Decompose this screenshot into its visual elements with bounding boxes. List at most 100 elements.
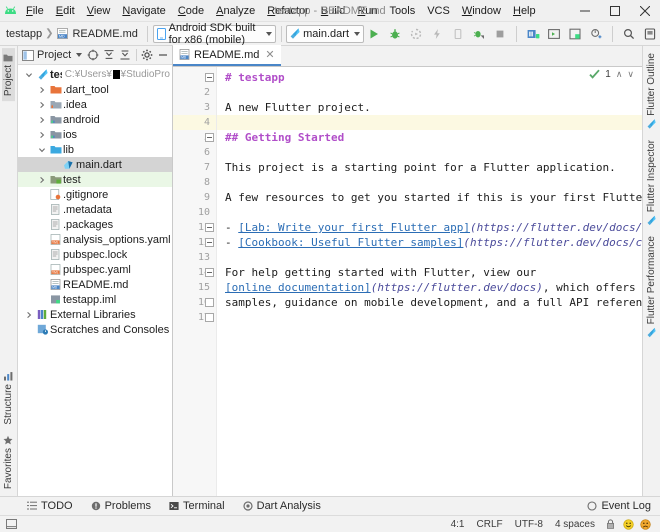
fold-marker[interactable] xyxy=(205,223,214,232)
maximize-button[interactable] xyxy=(600,0,630,22)
device-selector[interactable]: Android SDK built for x86 (mobile) xyxy=(152,22,276,46)
code-line-9[interactable]: A few resources to get you started if th… xyxy=(217,190,642,205)
chevron-down-icon[interactable] xyxy=(35,146,48,154)
chevron-right-icon[interactable] xyxy=(35,116,48,124)
menu-file[interactable]: File xyxy=(20,0,50,22)
hot-reload-button[interactable] xyxy=(427,24,447,44)
close-button[interactable] xyxy=(630,0,660,22)
bottom-tab-event-log[interactable]: Event Log xyxy=(578,497,660,516)
code-link[interactable]: [online documentation] xyxy=(225,281,371,294)
sidebar-item-project[interactable]: Project xyxy=(2,48,15,102)
avd-manager-button[interactable] xyxy=(523,24,543,44)
sidebar-item-favorites[interactable]: Favorites xyxy=(2,430,15,494)
tree-node-gitignore[interactable]: .gitignore xyxy=(18,187,172,202)
tree-node-pubspec-lock[interactable]: pubspec.lock xyxy=(18,247,172,262)
tree-node-lib[interactable]: lib xyxy=(18,142,172,157)
scroll-from-source-button[interactable] xyxy=(86,48,100,63)
expand-all-button[interactable] xyxy=(118,48,132,63)
tree-node-metadata[interactable]: .metadata xyxy=(18,202,172,217)
sidebar-item-flutter-inspector[interactable]: Flutter Inspector xyxy=(645,135,658,231)
menu-analyze[interactable]: Analyze xyxy=(210,0,261,22)
minimize-button[interactable] xyxy=(570,0,600,22)
tree-node-test[interactable]: test xyxy=(18,172,172,187)
tree-node-packages[interactable]: .packages xyxy=(18,217,172,232)
hide-pane-button[interactable] xyxy=(156,48,170,63)
hot-restart-button[interactable] xyxy=(448,24,468,44)
bottom-tab-todo[interactable]: TODO xyxy=(18,497,82,516)
layout-inspector-button[interactable] xyxy=(640,24,660,44)
sidebar-item-flutter-performance[interactable]: Flutter Performance xyxy=(645,231,658,343)
menu-navigate[interactable]: Navigate xyxy=(116,0,171,22)
indent-setting[interactable]: 4 spaces xyxy=(549,519,601,530)
code-line-6[interactable] xyxy=(217,145,642,160)
tree-node-ios[interactable]: ios xyxy=(18,127,172,142)
stop-button[interactable] xyxy=(490,24,510,44)
code-line-3[interactable]: A new Flutter project. xyxy=(217,100,642,115)
chevron-up-icon[interactable]: ∧ xyxy=(616,69,623,80)
sad-face-icon[interactable] xyxy=(637,518,654,530)
sidebar-item-flutter-outline[interactable]: Flutter Outline xyxy=(645,48,658,135)
menu-run[interactable]: Run xyxy=(351,0,383,22)
fold-marker[interactable] xyxy=(205,238,214,247)
chevron-right-icon[interactable] xyxy=(35,131,48,139)
code-line-5[interactable]: ## Getting Started xyxy=(217,130,642,145)
menu-window[interactable]: Window xyxy=(456,0,507,22)
code-link[interactable]: [Lab: Write your first Flutter app] xyxy=(238,221,470,234)
tree-node-idea[interactable]: .idea xyxy=(18,97,172,112)
chevron-down-icon[interactable] xyxy=(22,71,35,79)
happy-face-icon[interactable] xyxy=(620,518,637,530)
menu-tools[interactable]: Tools xyxy=(384,0,422,22)
bottom-tab-terminal[interactable]: Terminal xyxy=(160,497,234,516)
tree-node-pubspec-yaml[interactable]: YML pubspec.yaml xyxy=(18,262,172,277)
menu-refactor[interactable]: Refactor xyxy=(261,0,315,22)
code-line-14[interactable]: For help getting started with Flutter, v… xyxy=(217,265,642,280)
caret-position[interactable]: 4:1 xyxy=(445,519,471,530)
fold-marker[interactable] xyxy=(205,268,214,277)
run-coverage-button[interactable] xyxy=(406,24,426,44)
tree-node-dart-tool[interactable]: .dart_tool xyxy=(18,82,172,97)
chevron-right-icon[interactable] xyxy=(35,86,48,94)
close-icon[interactable]: ✕ xyxy=(265,48,274,61)
tree-node-scratches[interactable]: Scratches and Consoles xyxy=(18,322,172,337)
code-line-7[interactable]: This project is a starting point for a F… xyxy=(217,160,642,175)
menu-code[interactable]: Code xyxy=(172,0,210,22)
bottom-tab-dart-analysis[interactable]: Dart Analysis xyxy=(234,497,330,516)
chevron-right-icon[interactable] xyxy=(22,311,35,319)
bottom-tab-problems[interactable]: Problems xyxy=(82,497,160,516)
chevron-right-icon[interactable] xyxy=(35,176,48,184)
editor-gutter[interactable]: 1 2 3 4 5 6 7 8 9 10 11 12 13 14 15 16 1 xyxy=(173,67,217,496)
device-file-explorer-button[interactable] xyxy=(565,24,585,44)
attach-debugger-button[interactable] xyxy=(469,24,489,44)
code-line-17[interactable] xyxy=(217,310,642,325)
tree-node-external-libraries[interactable]: External Libraries xyxy=(18,307,172,322)
search-everywhere-button[interactable] xyxy=(619,24,639,44)
project-pane-title[interactable]: Project xyxy=(22,49,83,61)
memory-indicator-icon[interactable] xyxy=(6,519,23,529)
editor-tab-readme[interactable]: MD README.md ✕ xyxy=(173,45,281,66)
code-link[interactable]: [Cookbook: Useful Flutter samples] xyxy=(238,236,463,249)
tree-node-android[interactable]: android xyxy=(18,112,172,127)
code-line-16[interactable]: samples, guidance on mobile development,… xyxy=(217,295,642,310)
gear-icon[interactable] xyxy=(140,48,154,63)
menu-view[interactable]: View xyxy=(81,0,117,22)
chevron-down-icon[interactable]: ∨ xyxy=(627,69,634,80)
fold-marker[interactable] xyxy=(205,133,214,142)
menu-edit[interactable]: Edit xyxy=(50,0,81,22)
fold-marker[interactable] xyxy=(205,313,214,322)
menu-build[interactable]: Build xyxy=(315,0,351,22)
profiler-button[interactable] xyxy=(586,24,606,44)
tree-node-readme[interactable]: MD README.md xyxy=(18,277,172,292)
tree-node-testapp-iml[interactable]: testapp.iml xyxy=(18,292,172,307)
breadcrumb-file[interactable]: README.md xyxy=(72,28,137,40)
editor-code[interactable]: # testapp A new Flutter project. ## Gett… xyxy=(217,67,642,496)
code-line-1[interactable]: # testapp xyxy=(217,70,642,85)
code-line-2[interactable] xyxy=(217,85,642,100)
sidebar-item-structure[interactable]: Structure xyxy=(2,367,15,430)
code-line-4[interactable] xyxy=(217,115,642,130)
tree-node-testapp[interactable]: testapp C:¥Users¥ ¥StudioPro xyxy=(18,67,172,82)
code-line-13[interactable] xyxy=(217,250,642,265)
tree-node-main-dart[interactable]: main.dart xyxy=(18,157,172,172)
inspection-ok-icon[interactable] xyxy=(589,69,600,80)
fold-marker[interactable] xyxy=(205,298,214,307)
file-encoding[interactable]: UTF-8 xyxy=(509,519,549,530)
